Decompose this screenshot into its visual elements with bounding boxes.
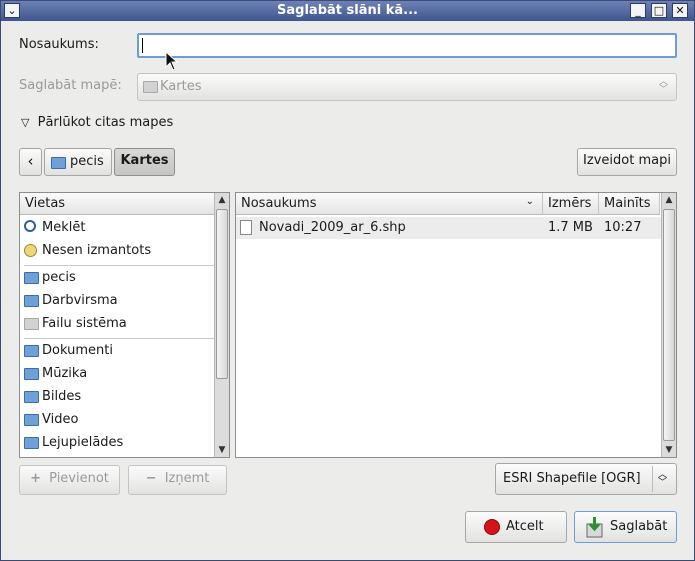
places-item-music[interactable]: Mūzika	[20, 363, 229, 385]
remove-place-button[interactable]: − Izņemt	[128, 465, 227, 495]
places-item-search[interactable]: Meklēt	[20, 217, 229, 239]
path-back-button[interactable]: ‹	[19, 148, 42, 176]
places-item-label: Nesen izmantots	[42, 243, 152, 258]
video-folder-icon	[24, 414, 39, 426]
folder-icon	[24, 345, 39, 357]
places-item-filesystem[interactable]: Failu sistēma	[20, 313, 229, 335]
combo-arrows-icon: ︿ ﹀	[658, 470, 668, 488]
combo-arrows-icon: ︿ ﹀	[659, 77, 669, 95]
file-type-filter-value: ESRI Shapefile [OGR]	[503, 471, 641, 486]
combo-divider	[652, 466, 653, 492]
browse-expander[interactable]: ▽ Pārlūkot citas mapes	[21, 115, 173, 130]
file-type-filter[interactable]: ESRI Shapefile [OGR] ︿ ﹀	[495, 463, 677, 495]
downloads-folder-icon	[24, 437, 39, 449]
file-list-scrollbar[interactable]: ▲ ▼	[661, 193, 676, 457]
cancel-label: Atcelt	[506, 519, 544, 534]
places-header[interactable]: Vietas	[20, 193, 215, 215]
home-folder-icon	[51, 157, 66, 169]
scroll-thumb[interactable]	[216, 209, 228, 379]
places-item-pictures[interactable]: Bildes	[20, 386, 229, 408]
places-item-label: Meklēt	[42, 220, 86, 235]
save-in-combo[interactable]: Kartes ︿ ﹀	[137, 73, 677, 101]
file-name: Novadi_2009_ar_6.shp	[259, 220, 406, 235]
places-item-label: Failu sistēma	[42, 316, 127, 331]
text-caret	[142, 38, 143, 53]
save-in-value: Kartes	[160, 79, 202, 94]
minimize-icon[interactable]: _	[630, 3, 646, 18]
file-row[interactable]: Novadi_2009_ar_6.shp 1.7 MB 10:27	[236, 217, 676, 239]
scroll-up-icon[interactable]: ▲	[662, 193, 676, 207]
file-modified: 10:27	[604, 220, 642, 235]
scroll-down-icon[interactable]: ▼	[662, 443, 676, 457]
cancel-button[interactable]: Atcelt	[465, 511, 567, 543]
mouse-pointer-icon	[165, 50, 179, 75]
save-icon	[586, 516, 603, 538]
places-panel: Vietas Meklēt Nesen izmantots pecis Darb…	[19, 192, 230, 458]
places-scrollbar[interactable]: ▲ ▼	[214, 193, 229, 457]
places-item-documents[interactable]: Dokumenti	[20, 340, 229, 362]
save-label: Saglabāt	[610, 519, 668, 534]
column-header-modified[interactable]: Mainīts	[599, 193, 660, 215]
drive-icon	[24, 318, 39, 330]
pictures-folder-icon	[24, 391, 39, 403]
folder-icon	[143, 81, 158, 93]
path-crumb-label: pecis	[70, 154, 104, 169]
create-folder-button[interactable]: Izveidot mapi	[577, 148, 677, 176]
desktop-folder-icon	[24, 295, 39, 307]
scroll-thumb[interactable]	[663, 209, 675, 441]
file-size: 1.7 MB	[548, 220, 593, 235]
places-item-label: Darbvirsma	[42, 293, 118, 308]
places-item-label: Bildes	[42, 389, 82, 404]
save-dialog: ⌄ Saglabāt slāni kā... _ □ ✕ Nosaukums: …	[0, 0, 695, 561]
places-item-downloads[interactable]: Lejupielādes	[20, 432, 229, 454]
places-item-video[interactable]: Video	[20, 409, 229, 431]
window-title: Saglabāt slāni kā...	[277, 3, 418, 18]
places-item-label: Lejupielādes	[42, 435, 124, 450]
save-in-label: Saglabāt mapē:	[19, 78, 122, 93]
close-icon[interactable]: ✕	[672, 3, 688, 18]
file-list-panel: Nosaukums ⌄ Izmērs Mainīts Novadi_2009_a…	[235, 192, 677, 458]
column-name-label: Nosaukums	[241, 196, 317, 211]
minus-icon: −	[145, 471, 157, 486]
music-folder-icon	[24, 368, 39, 380]
scroll-down-icon[interactable]: ▼	[215, 443, 229, 457]
save-button[interactable]: Saglabāt	[574, 511, 677, 543]
places-separator	[24, 338, 225, 339]
places-separator	[24, 265, 225, 266]
add-place-button[interactable]: + Pievienot	[19, 465, 120, 495]
sort-arrow-icon: ⌄	[525, 196, 534, 207]
column-header-size[interactable]: Izmērs	[543, 193, 599, 215]
recent-icon	[24, 244, 37, 257]
plus-icon: +	[30, 471, 41, 486]
home-folder-icon	[24, 272, 39, 284]
add-place-label: Pievienot	[49, 471, 109, 486]
browse-label: Pārlūkot citas mapes	[37, 115, 174, 130]
cancel-icon	[484, 519, 500, 535]
title-bar[interactable]: ⌄ Saglabāt slāni kā... _ □ ✕	[1, 1, 694, 21]
name-label: Nosaukums:	[19, 37, 99, 52]
places-item-home[interactable]: pecis	[20, 267, 229, 289]
column-header-name[interactable]: Nosaukums ⌄	[236, 193, 543, 215]
expander-arrow-icon: ▽	[21, 116, 30, 129]
name-input[interactable]	[137, 33, 677, 58]
scroll-up-icon[interactable]: ▲	[215, 193, 229, 207]
maximize-icon[interactable]: □	[651, 3, 667, 18]
path-crumb-current[interactable]: Kartes	[114, 148, 175, 176]
places-item-desktop[interactable]: Darbvirsma	[20, 290, 229, 312]
path-crumb-home[interactable]: pecis	[44, 148, 112, 176]
remove-place-label: Izņemt	[164, 471, 210, 486]
places-item-recent[interactable]: Nesen izmantots	[20, 240, 229, 262]
places-item-label: pecis	[42, 270, 76, 285]
places-item-label: Video	[42, 412, 79, 427]
search-icon	[24, 220, 36, 232]
places-item-label: Mūzika	[42, 366, 88, 381]
file-icon	[240, 220, 252, 235]
places-item-label: Dokumenti	[42, 343, 113, 358]
